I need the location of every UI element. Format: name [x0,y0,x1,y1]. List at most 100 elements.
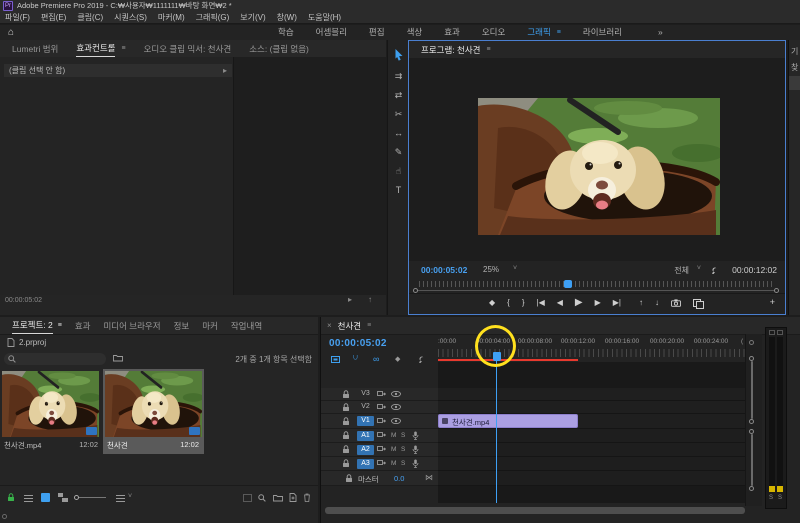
step-back-icon[interactable]: ◀ [557,298,563,307]
project-item-1-name[interactable]: 천사견.mp4 [4,440,41,451]
mute-button[interactable]: M [391,445,396,455]
tab-project[interactable]: 프로젝트: 2 [12,317,53,334]
pen-tool[interactable]: ✎ [388,143,409,162]
add-marker-icon[interactable]: ◆ [489,298,495,307]
expand-arrow-icon[interactable]: ▸ [223,64,227,77]
tab-media-browser[interactable]: 미디어 브라우저 [103,318,160,334]
timeline-panel-menu-icon[interactable]: ≡ [367,322,371,329]
search-input[interactable] [4,353,106,365]
project-writable-lock-icon[interactable] [7,493,15,502]
ruler-zoom-handle[interactable] [749,340,754,345]
workspace-tab-assembly[interactable]: 어셈블리 [316,25,347,40]
tab-source-monitor[interactable]: 소스: (클립 없음) [249,41,309,57]
menu-file[interactable]: 파일(F) [5,12,30,23]
edge-panel-button[interactable] [789,76,800,90]
track-v1-content[interactable]: 천사견.mp4 [438,414,745,429]
lift-icon[interactable]: ↑ [639,298,643,307]
sort-caret-icon[interactable]: ˅ [128,493,132,500]
voiceover-mic-icon[interactable] [412,459,419,468]
project-item-2-name[interactable]: 천사견 [107,440,128,451]
new-item-icon[interactable] [289,493,297,502]
program-timecode[interactable]: 00:00:05:02 [421,265,467,275]
workspace-overflow-icon[interactable]: » [658,25,663,40]
snap-magnet-icon[interactable]: ∩ [352,353,359,363]
mute-button[interactable]: M [391,459,396,469]
panel-menu-icon[interactable]: ≡ [121,43,125,54]
play-around-icon[interactable]: ▸ [348,295,352,304]
meter-solo-left-label[interactable]: S [769,495,773,501]
workspace-tab-libraries[interactable]: 라이브러리 [583,25,622,40]
track-a3-content[interactable] [438,457,745,471]
track-select-forward-tool[interactable]: ⇉ [388,67,409,86]
toggle-track-output-eye-icon[interactable] [391,391,401,397]
toggle-track-output-eye-icon[interactable] [391,404,401,410]
razor-tool[interactable]: ✂ [388,105,409,124]
timeline-clip[interactable]: 천사견.mp4 [438,414,578,428]
lock-icon[interactable] [345,474,353,483]
timeline-timecode[interactable]: 00:00:05:02 [329,338,387,349]
new-bin-icon[interactable] [273,494,283,502]
linked-selection-icon[interactable]: ∞ [373,354,379,364]
zoom-level-select[interactable]: 25% [483,265,499,274]
list-view-icon[interactable] [24,494,33,502]
extract-icon[interactable]: ↓ [655,298,659,307]
track-header-a2[interactable]: A2 M S [321,443,438,457]
nest-insert-icon[interactable] [331,355,340,364]
comparison-view-icon[interactable] [692,298,704,309]
sync-lock-icon[interactable] [377,418,386,425]
edge-panel-char-top[interactable]: 기 [791,46,798,57]
program-panel-menu-icon[interactable]: ≡ [486,44,490,55]
track-header-v1[interactable]: V1 [321,414,438,429]
track-badge-v2[interactable]: V2 [357,402,374,412]
workspace-tab-menu-icon[interactable]: ≡ [557,25,561,40]
track-header-v2[interactable]: V2 [321,401,438,414]
solo-button[interactable]: S [401,431,405,441]
program-playhead[interactable] [564,280,572,288]
lock-icon[interactable] [342,390,350,399]
sync-lock-icon[interactable] [377,404,386,411]
tab-markers[interactable]: 마커 [202,318,218,334]
freeform-view-icon[interactable] [58,493,68,502]
ripple-edit-tool[interactable]: ⇄ [388,86,409,105]
export-frame-camera-icon[interactable] [671,299,681,307]
workspace-tab-editing[interactable]: 편집 [369,25,385,40]
tab-audio-clip-mixer[interactable]: 오디오 클립 믹서: 천사견 [144,41,232,57]
track-badge-v3[interactable]: V3 [357,389,374,399]
lock-icon[interactable] [342,431,350,440]
track-badge-a3[interactable]: A3 [357,459,374,469]
menu-edit[interactable]: 편집(E) [41,12,66,23]
lock-icon[interactable] [342,459,350,468]
menu-help[interactable]: 도움말(H) [308,12,341,23]
lock-icon[interactable] [342,417,350,426]
track-a1-content[interactable] [438,429,745,443]
project-item-1-thumbnail[interactable] [2,371,99,437]
mark-out-icon[interactable]: } [522,298,525,307]
lock-icon[interactable] [342,403,350,412]
solo-button[interactable]: S [401,459,405,469]
export-icon[interactable]: ↑ [368,295,372,304]
program-scrubber-ticks[interactable] [419,281,775,287]
track-header-v3[interactable]: V3 [321,388,438,401]
find-icon[interactable] [258,494,266,502]
settings-wrench-icon[interactable] [708,265,717,274]
timeline-horizontal-scrollbar[interactable] [325,507,745,514]
button-editor-plus-icon[interactable]: + [770,297,775,307]
menu-sequence[interactable]: 시퀀스(S) [114,12,147,23]
timeline-add-marker-icon[interactable]: ◆ [395,355,400,363]
sync-lock-icon[interactable] [377,391,386,398]
go-to-in-icon[interactable]: |◀ [537,298,545,307]
lock-icon[interactable] [342,445,350,454]
track-badge-a1[interactable]: A1 [357,431,374,441]
track-a2-content[interactable] [438,443,745,457]
track-header-master[interactable]: 마스터 0.0 ⋈ [321,471,438,486]
scale-mode-select[interactable]: 전체 [674,265,689,276]
thumbnail-zoom-slider[interactable] [76,497,106,498]
clear-trash-icon[interactable] [303,493,311,502]
track-master-content[interactable] [438,471,745,486]
mute-button[interactable]: M [391,431,396,441]
project-item-1[interactable]: 천사견.mp4 12:02 [2,371,101,450]
tab-effects[interactable]: 효과 [75,318,91,334]
workspace-tab-learning[interactable]: 학습 [278,25,294,40]
search-bin-icon[interactable] [113,354,123,362]
keyframe-nav-icon[interactable]: ⋈ [425,473,433,482]
